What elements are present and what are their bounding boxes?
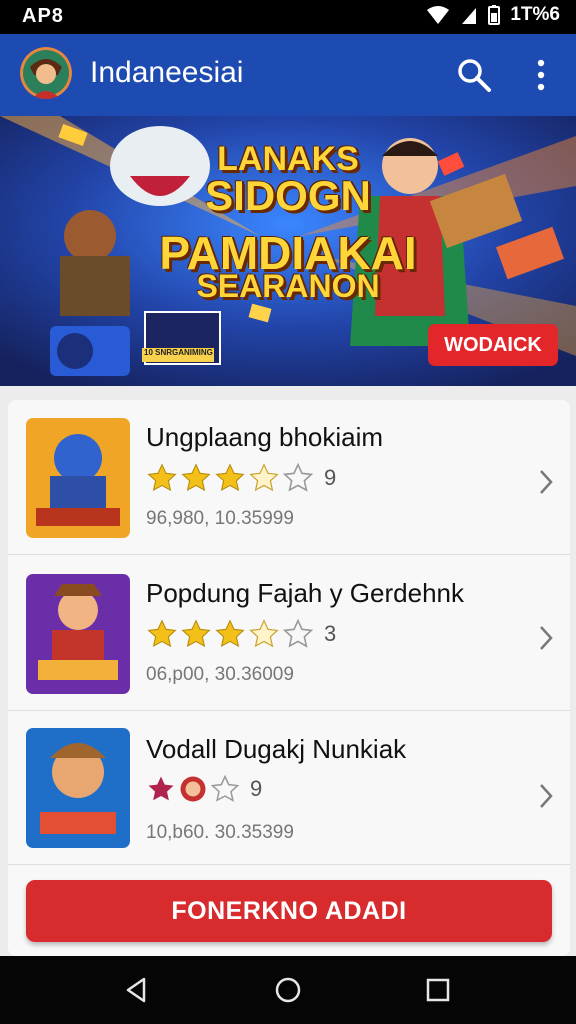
list-item[interactable]: Vodall Dugakj Nunkiak 9 10,b60. 30.35399 [8,710,570,865]
star-half-icon [249,619,279,648]
status-right: 1T%6 [426,4,560,26]
item-meta: 96,980, 10.35999 [146,508,294,529]
status-time-text: 1T%6 [510,4,560,25]
rating: 9 [146,462,336,494]
game-thumbnail [26,418,130,538]
battery-icon [488,5,501,25]
chevron-right-icon[interactable] [536,782,556,810]
more-vert-icon[interactable] [528,57,554,93]
status-left-text: AP8 [22,5,64,27]
rating: 3 [146,618,336,650]
chevron-right-icon[interactable] [536,468,556,496]
banner-headline-2: SIDOGN [205,172,371,219]
rating-count: 3 [324,621,337,646]
star-half-icon [249,463,279,492]
item-title: Ungplaang bhokiaim [146,422,384,452]
rating: 9 [146,774,262,804]
home-icon[interactable] [273,975,303,1005]
status-bar: AP8 1T%6 [0,0,576,34]
star-full-icon [181,463,211,492]
star-full-icon [147,619,177,648]
item-meta: 06,p00, 30.36009 [146,664,294,685]
star-full-icon [181,619,211,648]
app-title: Indaneesiai [90,56,244,89]
chevron-right-icon[interactable] [536,624,556,652]
character-face-icon [180,776,206,802]
star-empty-icon [282,462,314,492]
game-list: Ungplaang bhokiaim 9 96,980, 10.35999 Po… [8,400,570,956]
item-title: Popdung Fajah y Gerdehnk [146,578,464,608]
star-full-icon [215,619,245,648]
avatar-icon[interactable] [20,47,72,99]
wifi-icon [427,6,450,24]
app-bar: Indaneesiai [0,34,576,116]
signal-icon [462,8,477,24]
primary-cta-button[interactable]: FONERKNO ADADI [26,880,552,942]
game-thumbnail [26,574,130,694]
star-full-icon [147,463,177,492]
banner-headline-4: SEARANON [196,268,380,304]
recents-icon[interactable] [423,975,453,1005]
badge-icon [148,776,174,801]
star-empty-icon [282,618,314,648]
star-empty-icon [210,774,240,802]
banner-small-label: 10 SNRGANIMING [144,348,213,357]
nav-bar [0,956,576,1024]
search-icon[interactable] [456,57,492,93]
item-title: Vodall Dugakj Nunkiak [146,734,407,764]
rating-count: 9 [324,465,337,490]
list-item[interactable]: Ungplaang bhokiaim 9 96,980, 10.35999 [8,400,570,555]
back-icon[interactable] [122,975,152,1005]
list-item[interactable]: Popdung Fajah y Gerdehnk 3 06,p00, 30.36… [8,556,570,711]
rating-count: 9 [250,776,263,801]
star-full-icon [215,463,245,492]
game-thumbnail [26,728,130,848]
banner-button[interactable]: WODAICK [428,324,558,366]
item-meta: 10,b60. 30.35399 [146,822,294,843]
